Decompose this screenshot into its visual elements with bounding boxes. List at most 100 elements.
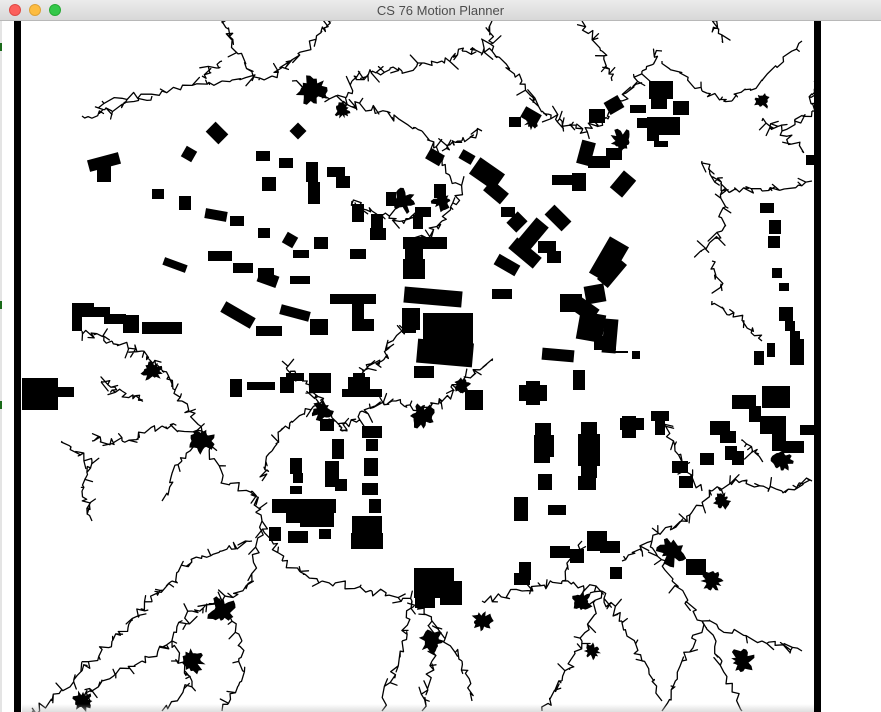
- building-obstacle: [152, 189, 164, 199]
- building-obstacle: [673, 101, 689, 115]
- building-obstacle: [603, 94, 625, 116]
- building-obstacle: [403, 259, 425, 279]
- building-obstacle: [720, 431, 736, 443]
- tree-branch: [714, 190, 732, 232]
- building-obstacle: [403, 286, 463, 308]
- tree-cluster: [182, 648, 206, 675]
- building-obstacle: [754, 351, 764, 365]
- building-obstacle: [686, 559, 706, 575]
- tree-branch: [190, 548, 223, 562]
- building-obstacle: [790, 331, 800, 345]
- building-obstacle: [806, 155, 814, 165]
- building-obstacle: [493, 253, 521, 277]
- tree-branch: [651, 518, 684, 542]
- building-obstacle: [286, 511, 302, 523]
- tree-branch: [247, 520, 264, 582]
- tree-branch: [81, 106, 113, 119]
- tree-branch: [661, 656, 685, 712]
- building-obstacle: [327, 167, 345, 177]
- tree-branch: [491, 50, 523, 82]
- tree-branch: [161, 370, 183, 402]
- tree-cluster: [754, 93, 770, 109]
- dense-tree-clusters: [72, 75, 794, 712]
- building-obstacle: [335, 479, 347, 491]
- tree-branch: [601, 590, 623, 622]
- tree-branch: [171, 603, 198, 644]
- building-obstacle: [570, 549, 584, 563]
- tree-branch: [81, 490, 97, 522]
- building-obstacle: [415, 586, 435, 608]
- tree-branch: [220, 480, 257, 497]
- building-obstacle: [416, 338, 474, 368]
- building-obstacle: [180, 145, 198, 163]
- right-boundary-wall: [814, 21, 821, 712]
- tree-branch: [781, 477, 813, 494]
- building-obstacle: [256, 151, 270, 161]
- tree-branch: [259, 450, 273, 482]
- building-obstacle: [651, 99, 667, 109]
- tree-branch: [320, 21, 332, 33]
- tree-branch: [227, 40, 255, 82]
- tree-branch: [159, 76, 223, 94]
- building-obstacle: [514, 573, 530, 585]
- window-titlebar: CS 76 Motion Planner: [0, 0, 881, 21]
- building-obstacle: [58, 387, 74, 397]
- tree-branch: [351, 69, 380, 83]
- building-obstacle: [573, 370, 585, 390]
- building-obstacle: [630, 105, 646, 113]
- building-obstacles: [22, 81, 814, 608]
- building-obstacle: [572, 173, 586, 191]
- tree-branch: [125, 595, 153, 625]
- building-obstacle: [256, 326, 282, 336]
- tree-branch: [460, 660, 474, 702]
- campus-map[interactable]: [22, 21, 814, 712]
- building-obstacle: [767, 343, 775, 357]
- tree-branch: [149, 580, 175, 602]
- tree-branch: [161, 460, 183, 502]
- building-obstacle: [364, 458, 378, 476]
- building-obstacle: [588, 236, 630, 284]
- building-obstacle: [550, 546, 570, 558]
- tree-cluster: [731, 648, 755, 673]
- building-obstacle: [336, 176, 350, 188]
- building-obstacle: [22, 378, 58, 410]
- building-obstacle: [610, 567, 622, 579]
- left-boundary-wall: [14, 21, 21, 712]
- tree-cluster: [295, 75, 328, 105]
- tree-cluster: [700, 571, 724, 591]
- building-obstacle: [351, 533, 383, 549]
- tree-branch: [480, 21, 502, 52]
- building-obstacle: [779, 283, 789, 291]
- building-obstacle: [514, 497, 528, 521]
- tree-branch: [281, 559, 323, 587]
- building-obstacle: [208, 251, 232, 261]
- tree-branch: [741, 476, 783, 492]
- tree-branch: [779, 130, 805, 154]
- building-obstacle: [492, 289, 512, 299]
- building-obstacle: [279, 158, 293, 168]
- building-obstacle: [594, 336, 616, 350]
- tree-branch: [731, 79, 763, 102]
- building-obstacle: [612, 351, 628, 353]
- building-obstacle: [350, 249, 366, 259]
- building-obstacle: [589, 109, 605, 123]
- tree-branch: [381, 110, 423, 132]
- tree-branch: [60, 440, 93, 470]
- building-obstacle: [526, 381, 540, 405]
- tree-cluster: [430, 189, 451, 213]
- edge-marker: [0, 401, 2, 409]
- building-obstacle: [290, 276, 310, 284]
- tree-branch: [668, 580, 703, 622]
- window-title: CS 76 Motion Planner: [376, 3, 505, 18]
- building-obstacle: [768, 236, 780, 248]
- building-obstacle: [679, 476, 693, 488]
- tree-branch: [250, 490, 268, 522]
- tree-branch: [401, 54, 443, 74]
- planner-canvas[interactable]: [0, 21, 881, 712]
- building-obstacle: [310, 319, 328, 335]
- building-obstacle: [785, 321, 795, 331]
- tree-branch: [121, 425, 163, 443]
- tree-branch: [358, 359, 383, 374]
- building-obstacle: [700, 453, 714, 465]
- tree-branch: [111, 619, 133, 642]
